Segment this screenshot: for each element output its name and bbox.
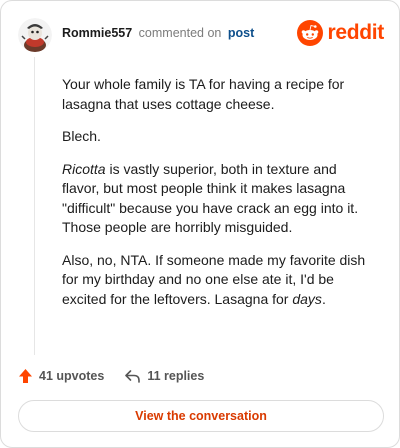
- reply-count: 11 replies: [147, 369, 205, 383]
- comment-actions: 41 upvotes 11 replies: [18, 365, 204, 387]
- comment-paragraph-1: Your whole family is TA for having a rec…: [62, 76, 345, 112]
- replies-button[interactable]: 11 replies: [124, 369, 204, 383]
- comment-header: Rommie557 commented on post reddit: [18, 18, 384, 52]
- reddit-alien-icon: [297, 20, 324, 46]
- comment-paragraph-3: Ricotta is vastly superior, both in text…: [62, 160, 372, 238]
- reply-arrow-icon: [125, 370, 141, 383]
- upvote-count: 41 upvotes: [39, 369, 105, 383]
- byline-verb: commented on: [138, 26, 222, 40]
- comment-body: Your whole family is TA for having a rec…: [62, 75, 372, 322]
- post-link[interactable]: post: [228, 26, 254, 40]
- reddit-brand[interactable]: reddit: [297, 20, 384, 46]
- thread-line: [34, 57, 35, 355]
- reddit-wordmark: reddit: [327, 21, 384, 44]
- avatar[interactable]: [18, 18, 52, 52]
- avatar-icon: [18, 18, 52, 52]
- username[interactable]: Rommie557: [62, 26, 132, 40]
- paragraph-3-text: is vastly superior, both in texture and …: [62, 160, 359, 236]
- view-conversation-button[interactable]: View the conversation: [18, 400, 384, 432]
- emphasis-days: days: [292, 290, 322, 307]
- upvote-arrow-icon: [19, 369, 32, 383]
- byline: Rommie557 commented on post: [62, 25, 254, 41]
- comment-paragraph-4: Also, no, NTA. If someone made my favori…: [62, 251, 372, 310]
- paragraph-4-end: .: [321, 290, 326, 307]
- comment-embed-card: Rommie557 commented on post reddit Your …: [0, 0, 400, 448]
- comment-paragraph-2: Blech.: [62, 128, 101, 144]
- emphasis-ricotta: Ricotta: [62, 160, 106, 177]
- upvote-button[interactable]: 41 upvotes: [18, 368, 104, 384]
